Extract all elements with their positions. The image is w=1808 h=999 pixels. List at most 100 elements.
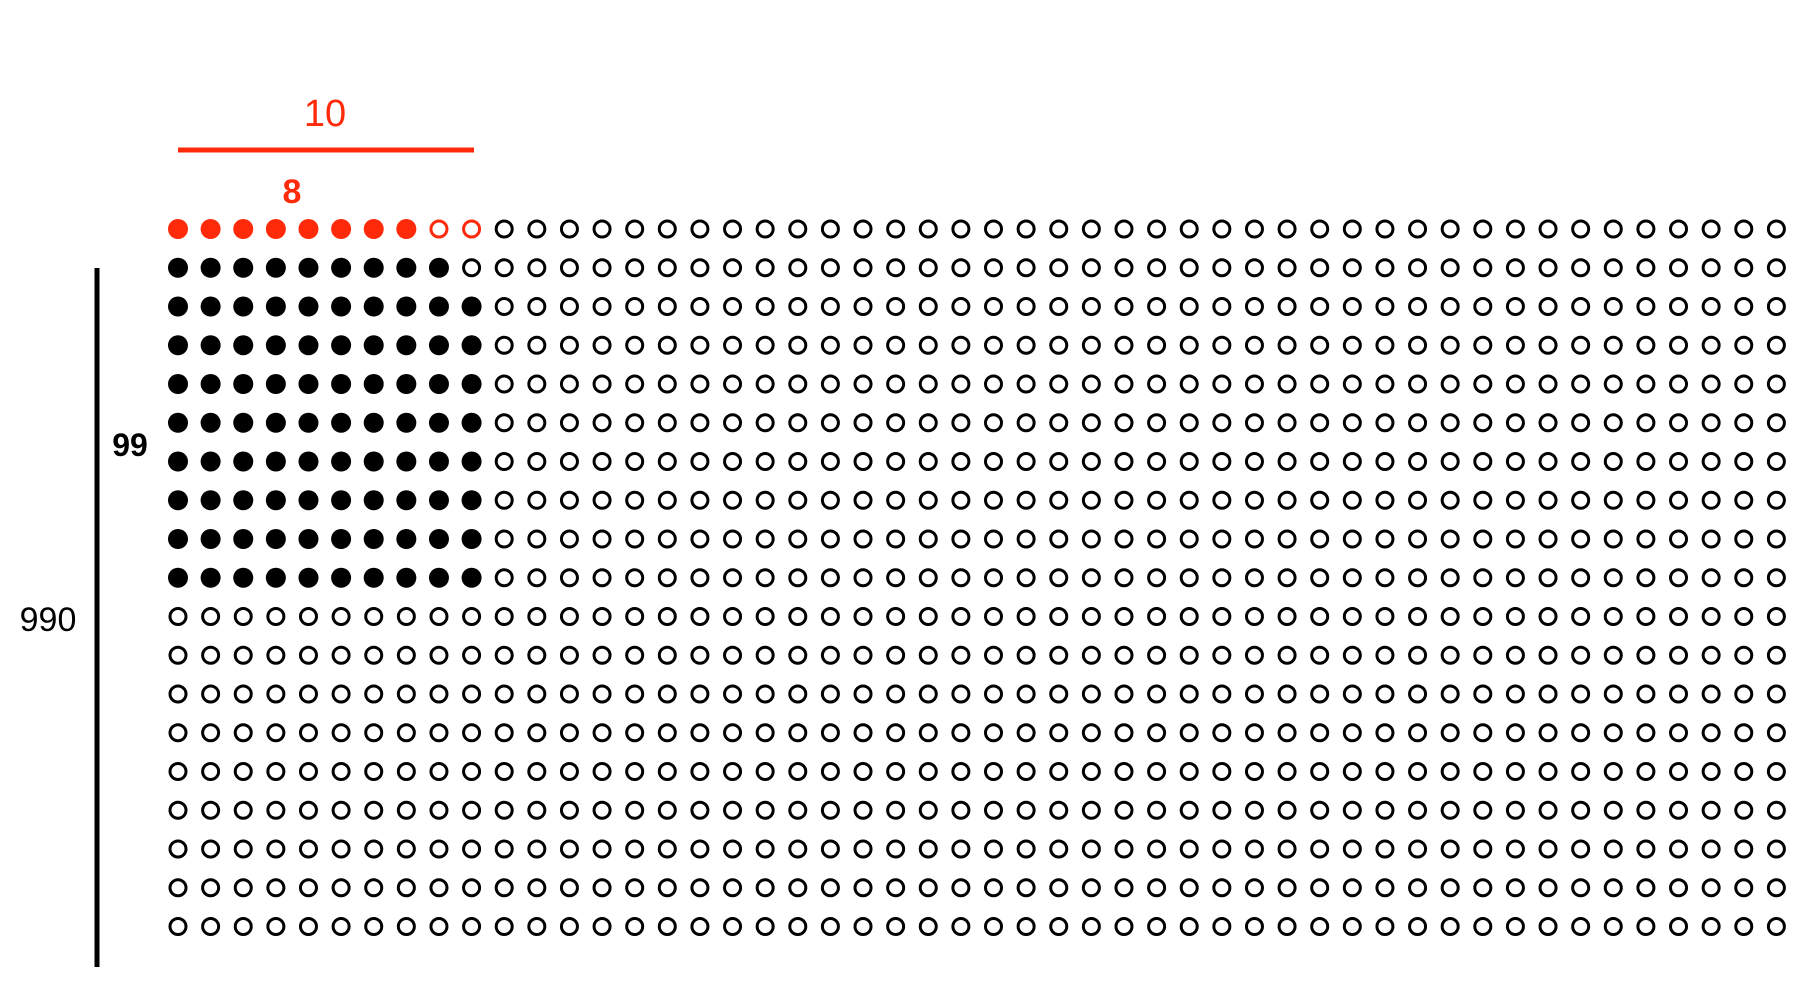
filled-dot <box>331 451 352 472</box>
open-dot <box>1603 219 1623 239</box>
open-dot <box>396 878 416 898</box>
open-dot <box>1766 374 1786 394</box>
open-dot <box>527 219 547 239</box>
open-dot <box>625 839 645 859</box>
open-dot <box>1212 762 1232 781</box>
open-dot <box>1603 723 1623 743</box>
open-dot <box>723 607 743 626</box>
open-dot <box>1016 219 1036 239</box>
open-dot <box>853 607 873 626</box>
open-dot <box>1179 723 1199 743</box>
open-dot <box>723 219 743 239</box>
open-dot <box>1473 335 1493 355</box>
open-dot <box>1244 645 1264 665</box>
open-dot <box>1473 645 1493 665</box>
open-dot <box>1342 839 1362 859</box>
open-dot <box>755 607 775 626</box>
open-dot <box>1505 800 1525 820</box>
open-dot <box>429 684 449 704</box>
open-dot <box>1342 878 1362 898</box>
open-dot <box>886 219 906 239</box>
open-dot <box>820 762 840 781</box>
filled-dot <box>298 296 319 317</box>
open-dot <box>201 878 221 898</box>
open-dot <box>788 374 808 394</box>
open-dot <box>527 800 547 820</box>
open-dot <box>429 762 449 781</box>
open-dot <box>1310 490 1330 510</box>
open-dot <box>1766 839 1786 859</box>
open-dot <box>1669 413 1689 433</box>
open-dot <box>1440 374 1460 394</box>
open-dot <box>1049 258 1069 278</box>
open-dot <box>168 607 188 626</box>
open-dot <box>494 258 514 278</box>
open-dot <box>527 878 547 898</box>
filled-dot <box>200 412 221 433</box>
red-filled-dot <box>331 219 352 239</box>
open-dot <box>233 878 253 898</box>
open-dot <box>1147 335 1167 355</box>
open-dot <box>951 529 971 549</box>
open-dot <box>429 723 449 743</box>
open-dot <box>559 374 579 394</box>
open-dot <box>1244 529 1264 549</box>
open-dot <box>723 452 743 471</box>
open-dot <box>494 297 514 316</box>
open-dot <box>1310 762 1330 781</box>
open-dot <box>1603 762 1623 781</box>
open-dot <box>1310 335 1330 355</box>
open-dot <box>1147 452 1167 471</box>
filled-dot <box>265 451 286 472</box>
open-dot <box>298 723 318 743</box>
open-dot <box>1179 297 1199 316</box>
open-dot <box>625 452 645 471</box>
filled-dot <box>168 529 188 549</box>
open-dot <box>1375 490 1395 510</box>
open-dot <box>1147 490 1167 510</box>
open-dot <box>1766 878 1786 898</box>
open-dot <box>527 529 547 549</box>
open-dot <box>918 645 938 665</box>
filled-dot <box>168 335 188 356</box>
open-dot <box>1277 219 1297 239</box>
filled-dot <box>265 529 286 549</box>
open-dot <box>494 762 514 781</box>
open-dot <box>886 374 906 394</box>
open-dot <box>592 413 612 433</box>
filled-dot <box>298 567 319 588</box>
open-dot <box>1147 568 1167 588</box>
open-dot <box>364 762 384 781</box>
open-dot <box>820 374 840 394</box>
open-dot <box>1049 839 1069 859</box>
open-dot <box>559 762 579 781</box>
open-dot <box>984 878 1003 898</box>
open-dot <box>1734 684 1754 704</box>
open-dot <box>853 490 873 510</box>
open-dot <box>657 878 677 898</box>
open-dot <box>1375 297 1395 316</box>
filled-dot <box>265 490 286 511</box>
open-dot <box>1081 452 1101 471</box>
open-dot <box>1147 607 1167 626</box>
open-dot <box>1016 645 1036 665</box>
filled-dot <box>461 451 482 472</box>
open-dot <box>233 607 253 626</box>
open-dot <box>1277 258 1297 278</box>
open-dot <box>625 800 645 820</box>
open-dot <box>1375 529 1395 549</box>
open-dot <box>1734 258 1754 278</box>
open-dot <box>1114 800 1134 820</box>
open-dot <box>1701 374 1721 394</box>
open-dot <box>527 917 547 936</box>
open-dot <box>1669 490 1689 510</box>
open-dot <box>1114 723 1134 743</box>
open-dot <box>918 490 938 510</box>
open-dot <box>1473 452 1493 471</box>
open-dot <box>820 878 840 898</box>
open-dot <box>1179 645 1199 665</box>
open-dot <box>1114 413 1134 433</box>
open-dot <box>1701 258 1721 278</box>
open-dot <box>1701 762 1721 781</box>
open-dot <box>625 723 645 743</box>
